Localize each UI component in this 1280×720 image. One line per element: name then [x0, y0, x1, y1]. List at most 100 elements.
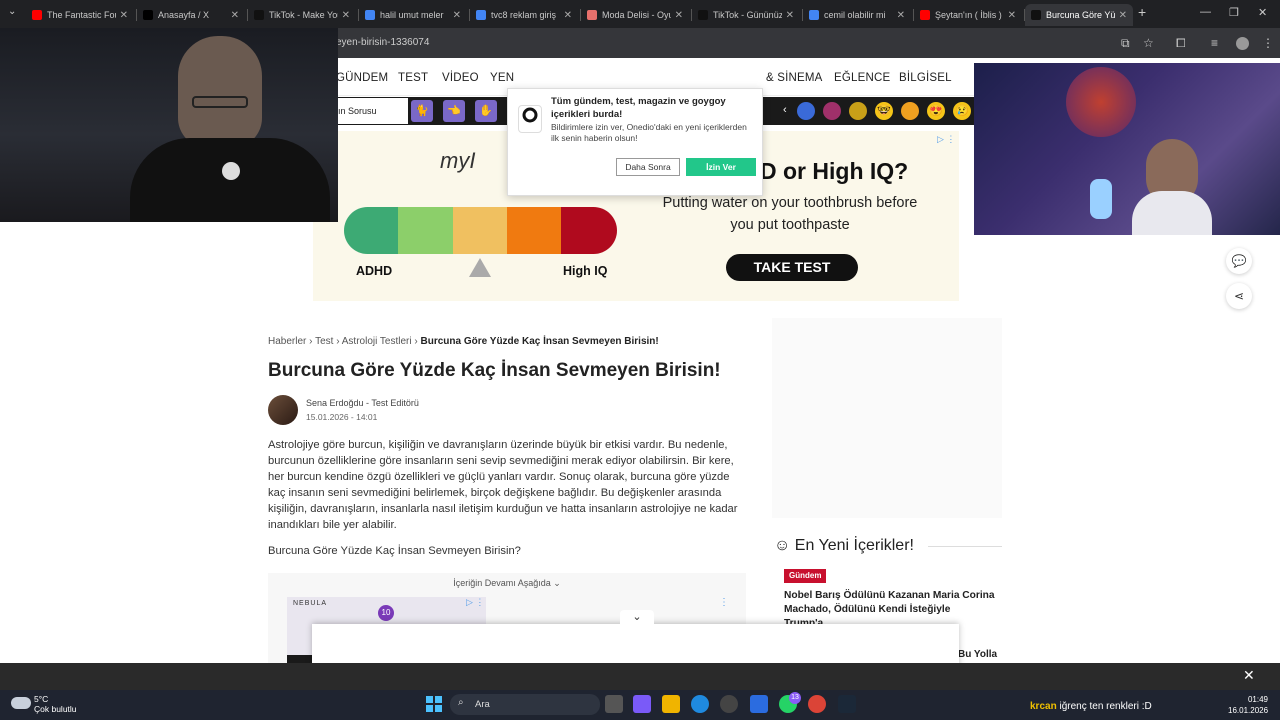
strip-smile-icon[interactable]	[901, 102, 919, 120]
collapse-ad-chevron-icon[interactable]: ⌄	[620, 610, 654, 626]
nav-test[interactable]: TEST	[398, 72, 428, 84]
microphone-icon	[222, 162, 240, 180]
ad-left-label: ADHD	[356, 264, 393, 278]
tab-search-icon[interactable]: ⌄	[8, 6, 16, 17]
breadcrumb-haberler[interactable]: Haberler	[268, 336, 306, 347]
ad-take-test-button[interactable]: TAKE TEST	[726, 254, 858, 281]
breadcrumb-test[interactable]: Test	[315, 336, 333, 347]
obs-icon[interactable]	[720, 695, 738, 713]
store-icon[interactable]	[750, 695, 768, 713]
tab-1[interactable]: The Fantastic Fou ✕	[26, 4, 134, 26]
minimize-icon[interactable]: —	[1200, 6, 1211, 18]
comments-icon[interactable]: 💬	[1226, 248, 1252, 274]
tab-close-icon[interactable]: ✕	[675, 10, 683, 21]
tab-close-icon[interactable]: ✕	[1119, 10, 1127, 21]
strip-hand-icon[interactable]: 👈	[443, 100, 465, 122]
restore-icon[interactable]: ❐	[1229, 6, 1239, 19]
nav-video[interactable]: VİDEO	[442, 72, 479, 84]
nav-gundem[interactable]: GÜNDEM	[336, 72, 388, 84]
nav-bilgisel[interactable]: BİLGİSEL	[899, 72, 952, 84]
new-tab-button[interactable]: +	[1138, 4, 1146, 20]
breadcrumb-astroloji[interactable]: Astroloji Testleri	[342, 336, 412, 347]
menu-icon[interactable]: ⋮	[1262, 36, 1274, 50]
task-view-icon[interactable]	[605, 695, 623, 713]
strip-label[interactable]: ın Sorusu	[338, 98, 408, 124]
weather-widget[interactable]: 5°C Çok bulutlu	[34, 694, 77, 714]
tab-close-icon[interactable]: ✕	[1008, 10, 1016, 21]
tab-close-icon[interactable]: ✕	[342, 10, 350, 21]
profile-avatar[interactable]	[1236, 37, 1249, 50]
strip-heart-eyes-icon[interactable]: 😍	[927, 102, 945, 120]
article-body: Astrolojiye göre burcun, kişiliğin ve da…	[268, 439, 738, 531]
strip-label-icon[interactable]	[823, 102, 841, 120]
reading-list-icon[interactable]: ≡	[1211, 36, 1218, 50]
extensions-icon[interactable]: ⧠	[1176, 36, 1186, 51]
close-ad-icon[interactable]: ✕	[1243, 667, 1255, 684]
tab-close-icon[interactable]: ✕	[897, 10, 905, 21]
chrome-icon[interactable]	[808, 695, 826, 713]
strip-sad-icon[interactable]: 😢	[953, 102, 971, 120]
tab-close-icon[interactable]: ✕	[786, 10, 794, 21]
steam-icon[interactable]	[838, 695, 856, 713]
ad-scale-seg-3	[453, 207, 507, 254]
strip-cat-icon[interactable]: 🐈	[411, 100, 433, 122]
author-avatar[interactable]	[268, 395, 298, 425]
url-field[interactable]: eyen-birisin-1336074	[336, 37, 429, 48]
author-name[interactable]: Sena Erdoğdu	[306, 398, 364, 408]
tab-6[interactable]: Moda Delisi - Oyu ✕	[581, 4, 689, 26]
share-icon[interactable]: ⋖	[1226, 283, 1252, 309]
ad-scale-seg-5	[561, 207, 617, 254]
tab-label: The Fantastic Fou	[47, 10, 116, 20]
start-windows-icon[interactable]	[426, 696, 442, 712]
strip-prev-icon[interactable]: ‹	[783, 104, 787, 116]
system-clock[interactable]: 01:49 16.01.2026	[1228, 694, 1268, 716]
tab-3[interactable]: TikTok - Make You ✕	[248, 4, 356, 26]
tab-close-icon[interactable]: ✕	[120, 10, 128, 21]
adchoices-icon[interactable]: ▷ ⋮	[937, 134, 955, 145]
ad-right-label: High IQ	[563, 264, 608, 278]
tab-close-icon[interactable]: ✕	[564, 10, 572, 21]
notification-subtitle: Bildirimlere izin ver, Onedio'daki en ye…	[551, 122, 747, 143]
nav-yeni[interactable]: YEN	[490, 72, 514, 84]
streamer-body	[130, 138, 330, 222]
tab-7[interactable]: TikTok - Gününüz ✕	[692, 4, 800, 26]
notification-title: Tüm gündem, test, magazin ve goygoy içer…	[551, 96, 726, 120]
category-tag[interactable]: Gündem	[784, 569, 827, 583]
nav-eglence[interactable]: EĞLENCE	[834, 72, 890, 84]
allow-button[interactable]: İzin Ver	[686, 158, 756, 176]
lamp-icon	[1090, 179, 1112, 219]
taskbar-search[interactable]: Ara	[450, 694, 600, 715]
nebula-adchoices-icon[interactable]: ▷ ⋮	[466, 597, 484, 608]
tab-4[interactable]: halil umut meler ✕	[359, 4, 467, 26]
strip-palm-icon[interactable]: ✋	[475, 100, 497, 122]
news-headline-2[interactable]: Bu Yolla	[958, 649, 997, 660]
sidebar-ad[interactable]	[772, 318, 1002, 518]
close-window-icon[interactable]: ✕	[1258, 6, 1267, 19]
install-icon[interactable]: ⧉	[1121, 36, 1130, 51]
copilot-icon[interactable]	[633, 695, 651, 713]
strip-badge-icon[interactable]	[797, 102, 815, 120]
edge-icon[interactable]	[691, 695, 709, 713]
tab-9[interactable]: Şeytan'ın ( İblis ) ✕	[914, 4, 1022, 26]
tab-close-icon[interactable]: ✕	[453, 10, 461, 21]
file-explorer-icon[interactable]	[662, 695, 680, 713]
webcam-overlay-right	[974, 63, 1280, 235]
tab-5[interactable]: tvc8 reklam giriş ✕	[470, 4, 578, 26]
latest-icon: ☺	[774, 537, 791, 554]
strip-tag-icon[interactable]	[849, 102, 867, 120]
tab-10[interactable]: Burcuna Göre Yü ✕	[1025, 4, 1133, 26]
tab-label: cemil olabilir mi	[824, 10, 886, 20]
webcam-overlay-left	[0, 28, 338, 222]
streamer-face	[178, 36, 262, 148]
tab-2[interactable]: Anasayfa / X ✕	[137, 4, 245, 26]
tab-8[interactable]: cemil olabilir mi ✕	[803, 4, 911, 26]
strip-glasses-icon[interactable]: 🤓	[875, 102, 893, 120]
bookmark-star-icon[interactable]: ☆	[1143, 36, 1154, 50]
later-button[interactable]: Daha Sonra	[616, 158, 680, 176]
tab-label: TikTok - Gününüz	[713, 10, 782, 20]
embed-menu-icon[interactable]: ⋮	[719, 597, 729, 608]
nav-sinema[interactable]: & SİNEMA	[766, 72, 823, 84]
tab-favicon-icon	[143, 10, 153, 20]
embed-caption: İçeriğin Devamı Aşağıda ⌄	[453, 578, 561, 588]
tab-close-icon[interactable]: ✕	[231, 10, 239, 21]
